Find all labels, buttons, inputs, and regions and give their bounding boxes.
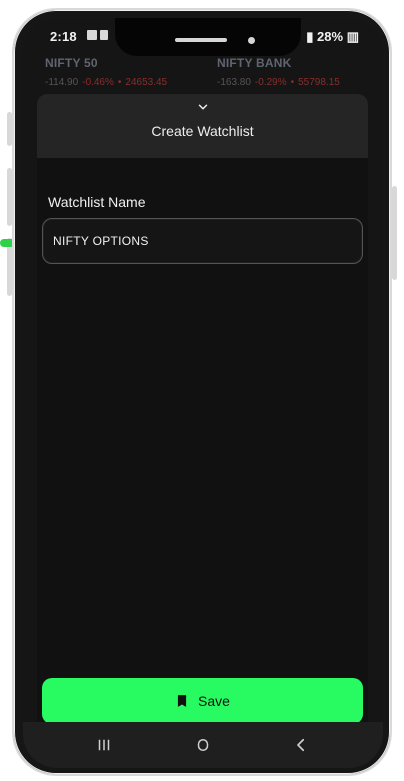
market-arrow: •	[117, 77, 122, 88]
market-name: NIFTY 50	[45, 56, 98, 70]
market-change: -163.80	[217, 77, 251, 88]
back-icon[interactable]	[292, 736, 310, 754]
market-percent: -0.29%	[254, 77, 287, 88]
camera-dot	[248, 37, 255, 44]
market-values: -163.80 -0.29% • 55798.15	[217, 77, 377, 88]
camera-notch	[115, 18, 301, 56]
stage: 2:18 ▮ 28% ▥ NIFTY 50 -114.90 -0.46% • 2…	[0, 0, 404, 781]
status-time: 2:18	[50, 29, 77, 44]
market-value: 24653.45	[125, 77, 168, 88]
battery-percent: 28%	[317, 29, 344, 44]
market-values: -114.90 -0.46% • 24653.45	[45, 77, 205, 88]
watchlist-name-field[interactable]	[42, 218, 363, 264]
market-nifty-50: NIFTY 50 -114.90 -0.46% • 24653.45	[45, 56, 205, 88]
signal-icon: ▮	[306, 29, 314, 44]
market-ticker-row: NIFTY 50 -114.90 -0.46% • 24653.45 NIFTY…	[45, 56, 363, 92]
android-nav-bar	[23, 722, 383, 768]
create-watchlist-sheet: Create Watchlist Watchlist Name Save	[37, 94, 368, 754]
watchlist-name-label: Watchlist Name	[48, 194, 146, 210]
market-nifty-bank: NIFTY BANK -163.80 -0.29% • 55798.15	[217, 56, 377, 88]
side-button	[392, 186, 397, 280]
watchlist-name-input[interactable]	[43, 219, 362, 263]
image-icon	[87, 30, 97, 40]
market-percent: -0.46%	[82, 77, 114, 88]
battery-text: ▮ 28% ▥	[306, 29, 359, 45]
sheet-header: Create Watchlist	[37, 94, 368, 158]
market-value: 55798.15	[298, 77, 340, 88]
market-arrow: •	[290, 77, 295, 88]
speaker-bar	[175, 38, 227, 42]
chevron-down-icon[interactable]	[196, 100, 210, 114]
market-name: NIFTY BANK	[217, 56, 292, 70]
message-icon	[100, 30, 108, 40]
save-button[interactable]: Save	[42, 678, 363, 724]
battery-icon: ▥	[346, 29, 359, 44]
recent-apps-icon[interactable]	[95, 736, 113, 754]
sheet-title: Create Watchlist	[151, 123, 254, 139]
phone-screen: 2:18 ▮ 28% ▥ NIFTY 50 -114.90 -0.46% • 2…	[23, 18, 383, 768]
home-icon[interactable]	[194, 736, 212, 754]
save-label: Save	[198, 693, 230, 709]
bookmark-icon	[177, 695, 187, 707]
market-change: -114.90	[45, 77, 79, 88]
